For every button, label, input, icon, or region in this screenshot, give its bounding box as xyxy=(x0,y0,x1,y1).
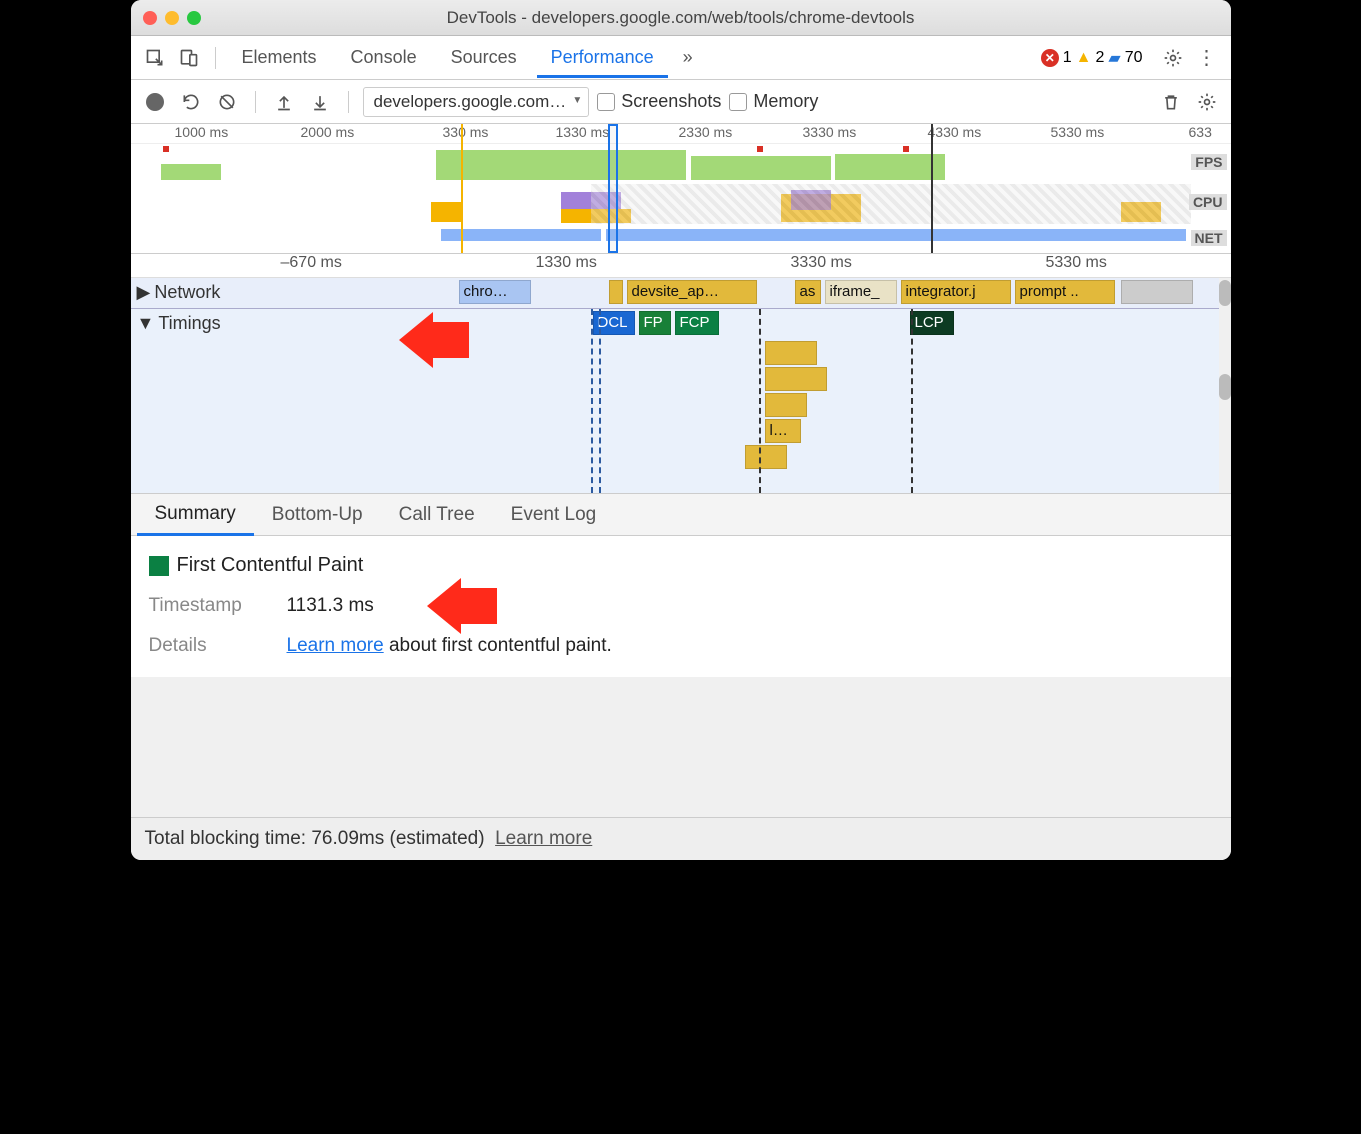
settings-icon[interactable] xyxy=(1159,44,1187,72)
main-toolbar: Elements Console Sources Performance » ✕… xyxy=(131,36,1231,80)
fcp-color-swatch xyxy=(149,556,169,576)
scrollbar-thumb[interactable] xyxy=(1219,374,1231,400)
timing-task1[interactable] xyxy=(765,341,817,365)
annotation-arrow-icon xyxy=(399,312,469,368)
clear-button[interactable] xyxy=(213,88,241,116)
capture-settings-icon[interactable] xyxy=(1193,88,1221,116)
inspect-element-icon[interactable] xyxy=(141,44,169,72)
reload-record-button[interactable] xyxy=(177,88,205,116)
details-text: about first contentful paint. xyxy=(384,635,612,656)
marker-dashed xyxy=(911,309,913,493)
tab-console[interactable]: Console xyxy=(337,37,431,78)
timing-task4[interactable]: l… xyxy=(765,419,801,443)
summary-panel: First Contentful Paint Timestamp 1131.3 … xyxy=(131,536,1231,677)
net-block-gray[interactable] xyxy=(1121,280,1193,304)
tab-bottom-up[interactable]: Bottom-Up xyxy=(254,494,381,536)
flame-chart[interactable]: –670 ms 1330 ms 3330 ms 5330 ms ▶ Networ… xyxy=(131,254,1231,494)
scrollbar[interactable] xyxy=(1219,278,1231,493)
spacer xyxy=(131,677,1231,817)
net-label: NET xyxy=(1191,230,1227,246)
net-block-integrator[interactable]: integrator.j xyxy=(901,280,1011,304)
warning-icon: ▲ xyxy=(1076,49,1092,67)
net-block-prompt[interactable]: prompt .. xyxy=(1015,280,1115,304)
timing-lcp[interactable]: LCP xyxy=(910,311,954,335)
fps-label: FPS xyxy=(1191,154,1226,170)
net-row xyxy=(131,227,1189,245)
kebab-menu-icon[interactable]: ⋮ xyxy=(1193,44,1221,72)
screenshots-checkbox[interactable]: Screenshots xyxy=(597,91,721,112)
net-block-small[interactable] xyxy=(609,280,623,304)
details-label: Details xyxy=(149,635,259,657)
cpu-label: CPU xyxy=(1189,194,1227,210)
flame-ticks: –670 ms 1330 ms 3330 ms 5330 ms xyxy=(131,254,1231,278)
device-toolbar-icon[interactable] xyxy=(175,44,203,72)
marker-dashed xyxy=(591,309,593,493)
timing-task5[interactable] xyxy=(745,445,787,469)
tbt-learn-more-link[interactable]: Learn more xyxy=(495,828,592,849)
network-track-label[interactable]: ▶ Network xyxy=(137,282,221,303)
record-button[interactable] xyxy=(141,88,169,116)
tab-sources[interactable]: Sources xyxy=(437,37,531,78)
timings-track: ▼ Timings DCL FP FCP LCP l… xyxy=(131,308,1219,493)
warning-count: 2 xyxy=(1095,49,1104,67)
scrollbar-thumb[interactable] xyxy=(1219,280,1231,306)
fps-row xyxy=(131,146,1189,182)
overview-selection[interactable] xyxy=(608,124,618,253)
marker-line xyxy=(461,124,463,253)
timing-task3[interactable] xyxy=(765,393,807,417)
divider xyxy=(255,91,256,113)
marker-dashed xyxy=(759,309,761,493)
error-icon: ✕ xyxy=(1041,49,1059,67)
details-row: Details Learn more about first contentfu… xyxy=(149,635,1213,657)
error-count: 1 xyxy=(1063,49,1072,67)
net-block-devsite[interactable]: devsite_ap… xyxy=(627,280,757,304)
timing-task2[interactable] xyxy=(765,367,827,391)
event-title: First Contentful Paint xyxy=(149,554,1213,577)
delete-icon[interactable] xyxy=(1157,88,1185,116)
marker-dashed xyxy=(599,309,601,493)
divider xyxy=(348,91,349,113)
tab-call-tree[interactable]: Call Tree xyxy=(381,494,493,536)
cpu-row xyxy=(131,184,1189,224)
annotation-arrow-icon xyxy=(427,578,497,634)
message-icon: ▰ xyxy=(1108,48,1120,68)
message-count: 70 xyxy=(1125,49,1143,67)
net-block-as[interactable]: as xyxy=(795,280,821,304)
tbt-status-bar: Total blocking time: 76.09ms (estimated)… xyxy=(131,817,1231,860)
tab-elements[interactable]: Elements xyxy=(228,37,331,78)
titlebar: DevTools - developers.google.com/web/too… xyxy=(131,0,1231,36)
marker-line xyxy=(931,124,933,253)
more-tabs-icon[interactable]: » xyxy=(674,44,702,72)
timestamp-row: Timestamp 1131.3 ms xyxy=(149,595,1213,617)
learn-more-link[interactable]: Learn more xyxy=(287,635,384,656)
memory-checkbox[interactable]: Memory xyxy=(729,91,818,112)
tab-summary[interactable]: Summary xyxy=(137,493,254,536)
tbt-text: Total blocking time: 76.09ms (estimated) xyxy=(145,828,485,849)
timings-track-label[interactable]: ▼ Timings xyxy=(137,313,221,334)
timestamp-value: 1131.3 ms xyxy=(287,595,374,617)
divider xyxy=(215,47,216,69)
load-profile-icon[interactable] xyxy=(270,88,298,116)
overview-timeline[interactable]: 1000 ms 2000 ms 330 ms 1330 ms 2330 ms 3… xyxy=(131,124,1231,254)
tab-performance[interactable]: Performance xyxy=(537,37,668,78)
console-counts[interactable]: ✕ 1 ▲ 2 ▰ 70 xyxy=(1041,48,1143,68)
window-title: DevTools - developers.google.com/web/too… xyxy=(131,8,1231,28)
timing-fp[interactable]: FP xyxy=(639,311,671,335)
timestamp-label: Timestamp xyxy=(149,595,259,617)
save-profile-icon[interactable] xyxy=(306,88,334,116)
performance-toolbar: developers.google.com… Screenshots Memor… xyxy=(131,80,1231,124)
detail-tabs: Summary Bottom-Up Call Tree Event Log xyxy=(131,494,1231,536)
net-block-iframe[interactable]: iframe_ xyxy=(825,280,897,304)
network-track: ▶ Network chro… devsite_ap… as iframe_ i… xyxy=(131,278,1219,308)
devtools-window: DevTools - developers.google.com/web/too… xyxy=(131,0,1231,860)
tab-event-log[interactable]: Event Log xyxy=(493,494,615,536)
net-block-chro[interactable]: chro… xyxy=(459,280,531,304)
overview-ticks: 1000 ms 2000 ms 330 ms 1330 ms 2330 ms 3… xyxy=(131,124,1231,144)
timing-fcp[interactable]: FCP xyxy=(675,311,719,335)
recording-selector[interactable]: developers.google.com… xyxy=(363,87,590,117)
